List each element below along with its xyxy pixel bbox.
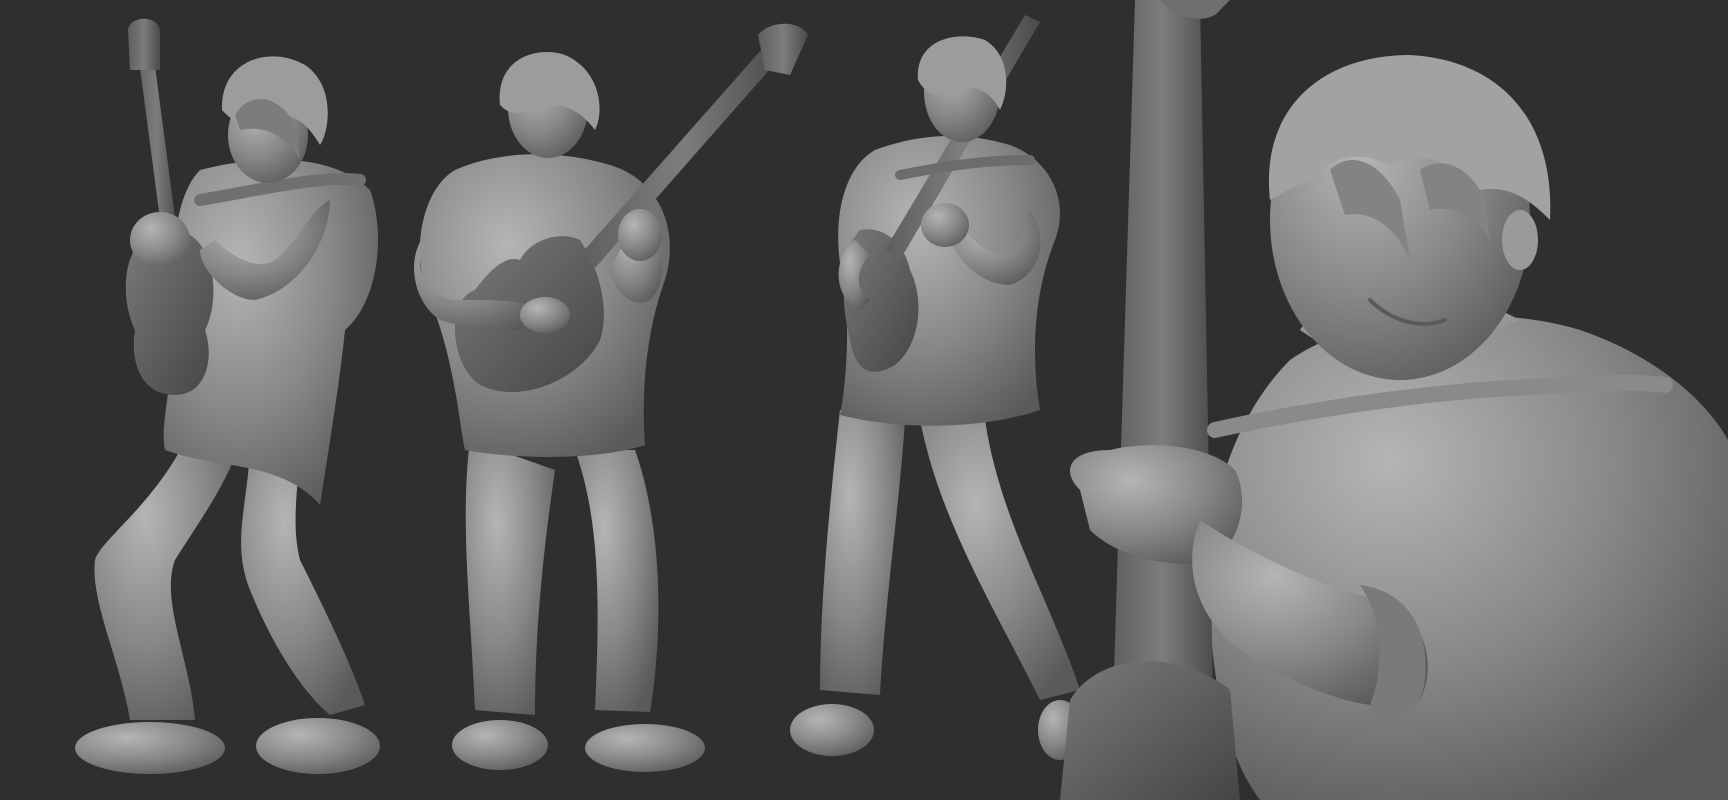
guitarist-figure-3: [790, 15, 1082, 760]
guitarist-figure-1: [75, 18, 380, 774]
guitarist-closeup: [1060, 0, 1728, 800]
render-svg: [75, 0, 1728, 800]
guitarist-figure-2: [413, 23, 808, 772]
sculpt-viewport: [0, 0, 1728, 800]
